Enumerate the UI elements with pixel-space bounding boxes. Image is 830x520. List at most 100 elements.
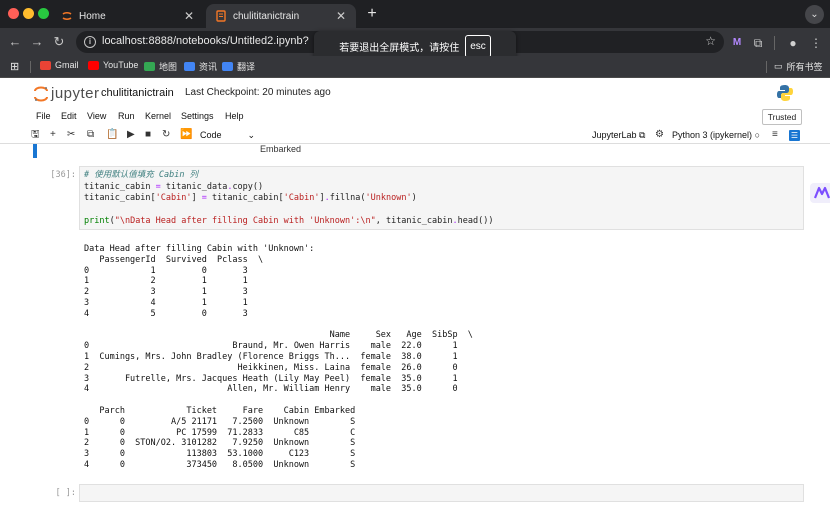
reload-icon[interactable]: ↻ — [50, 33, 68, 51]
menu-settings[interactable]: Settings — [181, 111, 214, 121]
output-line: 3 4 1 1 — [84, 297, 264, 308]
output-line: Data Head after filling Cabin with 'Unkn… — [84, 244, 315, 254]
output-line: 3 0 113803 53.1000 C123 S — [84, 449, 366, 460]
cell-type-value: Code — [200, 130, 222, 140]
browser-tab-notebook[interactable]: chulititanictrain ✕ — [206, 4, 356, 28]
back-arrow-icon[interactable]: ← — [6, 33, 24, 51]
insert-cell-icon[interactable]: + — [50, 128, 56, 142]
menu-file[interactable]: File — [36, 111, 51, 121]
cell-prompt: [36]: — [50, 170, 76, 180]
menu-kernel[interactable]: Kernel — [145, 111, 171, 121]
browser-tab-home[interactable]: Home ✕ — [52, 4, 204, 28]
jupyter-logo[interactable]: jupyter — [34, 85, 100, 102]
esc-key-badge: esc — [465, 34, 491, 58]
previous-output-tail: Embarked — [260, 144, 302, 154]
output-line: 4 Allen, Mr. William Henry male 35.0 0 — [84, 384, 473, 395]
bookmark-news[interactable]: 资讯 — [184, 60, 217, 73]
tab-search-chevron-icon[interactable]: ⌄ — [805, 5, 824, 24]
chevron-down-icon: ⌄ — [247, 130, 256, 140]
menu-run[interactable]: Run — [118, 111, 135, 121]
empty-code-cell[interactable] — [79, 484, 804, 502]
maximize-window-button[interactable] — [38, 8, 49, 19]
menu-help[interactable]: Help — [225, 111, 244, 121]
bookmark-label: Gmail — [55, 60, 79, 70]
tab-title: Home — [79, 10, 106, 22]
output-line: 1 0 PC 17599 71.2833 C85 C — [84, 427, 366, 438]
save-icon[interactable]: 🖫 — [31, 128, 40, 142]
notebook-toolbar: 🖫 + ✂ ⧉ 📋 ▶ ■ ↻ ⏩ Code ⌄ JupyterLab ⧉ ⚙ P… — [0, 126, 830, 144]
property-inspector-icon[interactable]: ☰ — [789, 130, 800, 141]
kernel-status-circle-icon: ○ — [754, 130, 760, 140]
jupyter-logo-text: jupyter — [51, 85, 100, 102]
site-info-icon[interactable]: i — [84, 36, 96, 48]
notebook-favicon-icon — [214, 10, 227, 23]
profile-icon[interactable]: ● — [785, 35, 801, 51]
cut-icon[interactable]: ✂ — [67, 128, 75, 142]
new-tab-button[interactable]: + — [362, 4, 382, 24]
minimize-window-button[interactable] — [23, 8, 34, 19]
extensions-puzzle-icon[interactable]: ⧉ — [750, 35, 766, 51]
close-tab-icon[interactable]: ✕ — [182, 9, 196, 23]
extension-floating-icon[interactable] — [810, 183, 830, 203]
maps-icon — [144, 62, 155, 71]
forward-arrow-icon[interactable]: → — [28, 33, 46, 51]
translate-icon — [222, 62, 233, 71]
last-checkpoint: Last Checkpoint: 20 minutes ago — [185, 87, 331, 98]
close-tab-icon[interactable]: ✕ — [334, 9, 348, 23]
output-line: PassengerId Survived Pclass \ — [84, 254, 264, 265]
browser-tab-strip: Home ✕ chulititanictrain ✕ + ⌄ — [0, 0, 830, 28]
menu-kebab-icon[interactable]: ⋮ — [808, 35, 824, 51]
code-line: # 使用默认值填充 Cabin 列 — [84, 170, 199, 180]
youtube-icon — [88, 60, 99, 70]
tab-title: chulititanictrain — [233, 10, 300, 22]
output-line: Parch Ticket Fare Cabin Embarked — [84, 405, 366, 416]
code-cell-editor[interactable]: # 使用默认值填充 Cabin 列 titanic_cabin = titanic… — [79, 166, 804, 230]
bookmark-youtube[interactable]: YouTube — [88, 60, 138, 70]
stop-icon[interactable]: ■ — [145, 128, 151, 142]
cell-output: Data Head after filling Cabin with 'Unkn… — [84, 244, 473, 471]
paste-icon[interactable]: 📋 — [106, 128, 118, 142]
output-line: 4 0 373450 8.0500 Unknown S — [84, 459, 366, 470]
restart-icon[interactable]: ↻ — [162, 128, 170, 142]
toast-text: 若要退出全屏模式，请按住 — [339, 42, 460, 54]
close-window-button[interactable] — [8, 8, 19, 19]
code-line: titanic_cabin['Cabin'] = titanic_cabin['… — [84, 193, 417, 203]
output-line: 2 Heikkinen, Miss. Laina female 26.0 0 — [84, 362, 473, 373]
output-line: 1 2 1 1 — [84, 276, 264, 287]
code-line: titanic_cabin = titanic_data.copy() — [84, 181, 264, 192]
bookmark-maps[interactable]: 地图 — [144, 60, 177, 73]
bookmark-gmail[interactable]: Gmail — [40, 60, 79, 70]
bookmark-translate[interactable]: 翻译 — [222, 60, 255, 73]
kernel-indicator[interactable]: Python 3 (ipykernel) ○ — [672, 128, 760, 142]
settings-gear-icon[interactable]: ⚙ — [655, 128, 664, 142]
copy-icon[interactable]: ⧉ — [87, 128, 94, 142]
url-text[interactable]: localhost:8888/notebooks/Untitled2.ipynb… — [102, 35, 309, 47]
output-line: 0 Braund, Mr. Owen Harris male 22.0 1 — [84, 341, 473, 352]
jupyter-logo-icon — [34, 86, 48, 101]
jupyter-header: jupyter chulititanictrain Last Checkpoin… — [0, 78, 830, 108]
bookmark-label: 资讯 — [199, 62, 218, 72]
bookmark-label: 翻译 — [237, 62, 256, 72]
notebook-name[interactable]: chulititanictrain — [101, 87, 174, 99]
output-line: 4 5 0 3 — [84, 308, 264, 319]
bookmark-label: YouTube — [103, 60, 139, 70]
bookmarks-bar: ⊞ Gmail YouTube 地图 资讯 翻译 ▭ 所有书签 — [0, 56, 830, 78]
hamburger-menu-icon[interactable]: ≡ — [772, 128, 778, 142]
menu-edit[interactable]: Edit — [61, 111, 77, 121]
restart-run-all-icon[interactable]: ⏩ — [180, 128, 192, 142]
bookmark-star-icon[interactable]: ☆ — [705, 34, 716, 48]
trusted-badge[interactable]: Trusted — [762, 109, 802, 125]
all-bookmarks-folder[interactable]: ▭ 所有书签 — [774, 60, 823, 73]
news-icon — [184, 62, 195, 71]
cell-type-select[interactable]: Code ⌄ — [200, 128, 255, 142]
jupyterlab-link[interactable]: JupyterLab ⧉ — [592, 128, 645, 142]
active-cell-indicator — [33, 144, 37, 158]
menu-view[interactable]: View — [87, 111, 106, 121]
output-line: 0 1 0 3 — [84, 265, 264, 276]
apps-grid-icon[interactable]: ⊞ — [10, 60, 19, 73]
run-icon[interactable]: ▶ — [127, 128, 135, 142]
code-text[interactable]: # 使用默认值填充 Cabin 列 titanic_cabin = titanic… — [84, 170, 493, 228]
extension-icon[interactable]: M — [729, 35, 745, 51]
